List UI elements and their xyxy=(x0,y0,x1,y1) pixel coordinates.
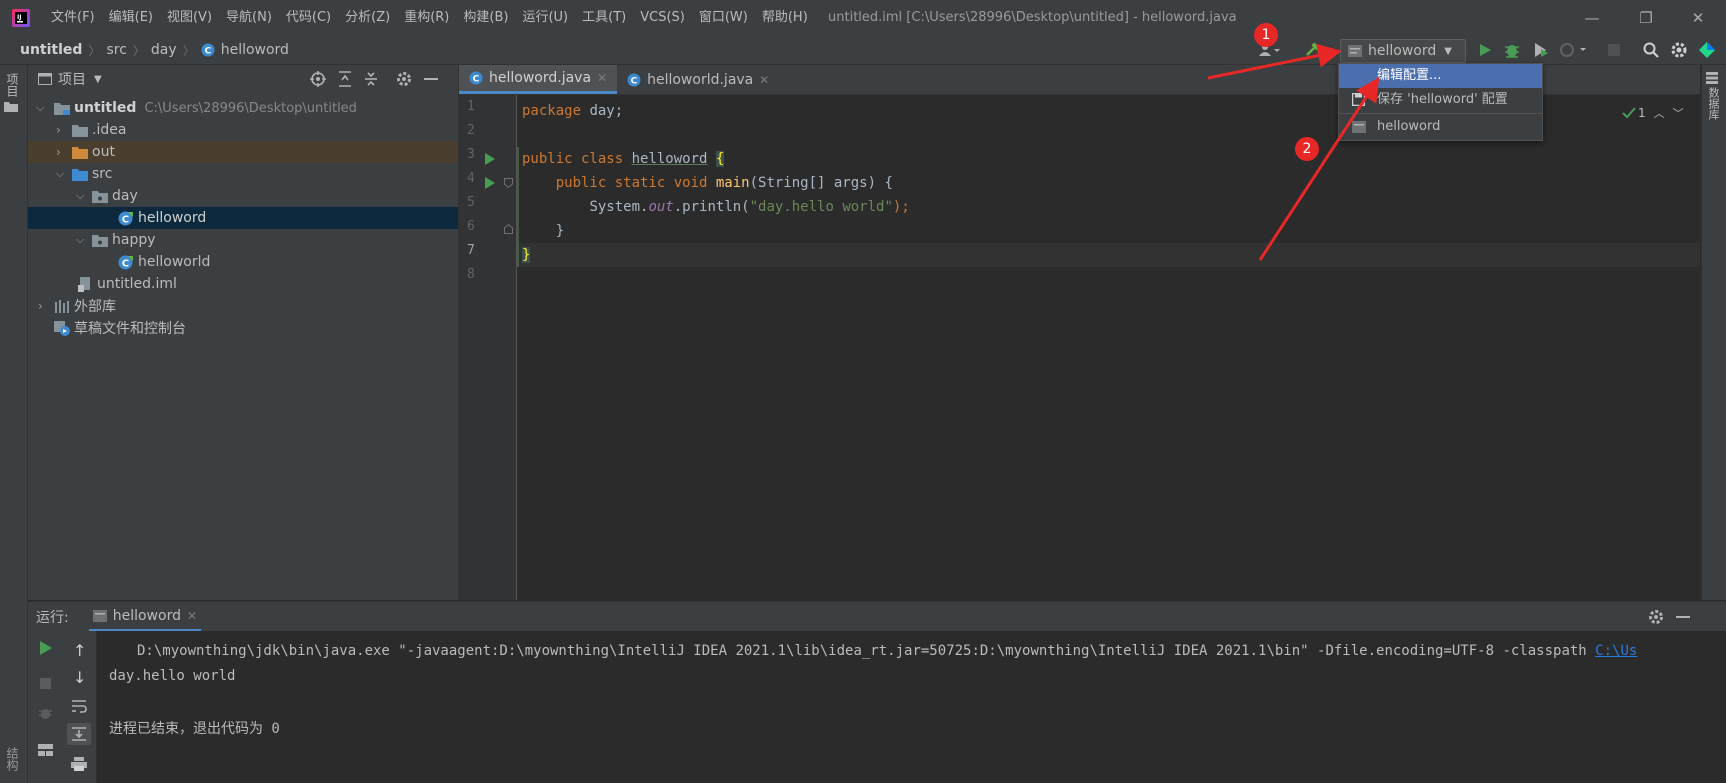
annotation-badge-2: 2 xyxy=(1295,137,1319,161)
annotation-arrows xyxy=(1207,43,1380,261)
annotation-badge-1: 1 xyxy=(1254,23,1278,47)
